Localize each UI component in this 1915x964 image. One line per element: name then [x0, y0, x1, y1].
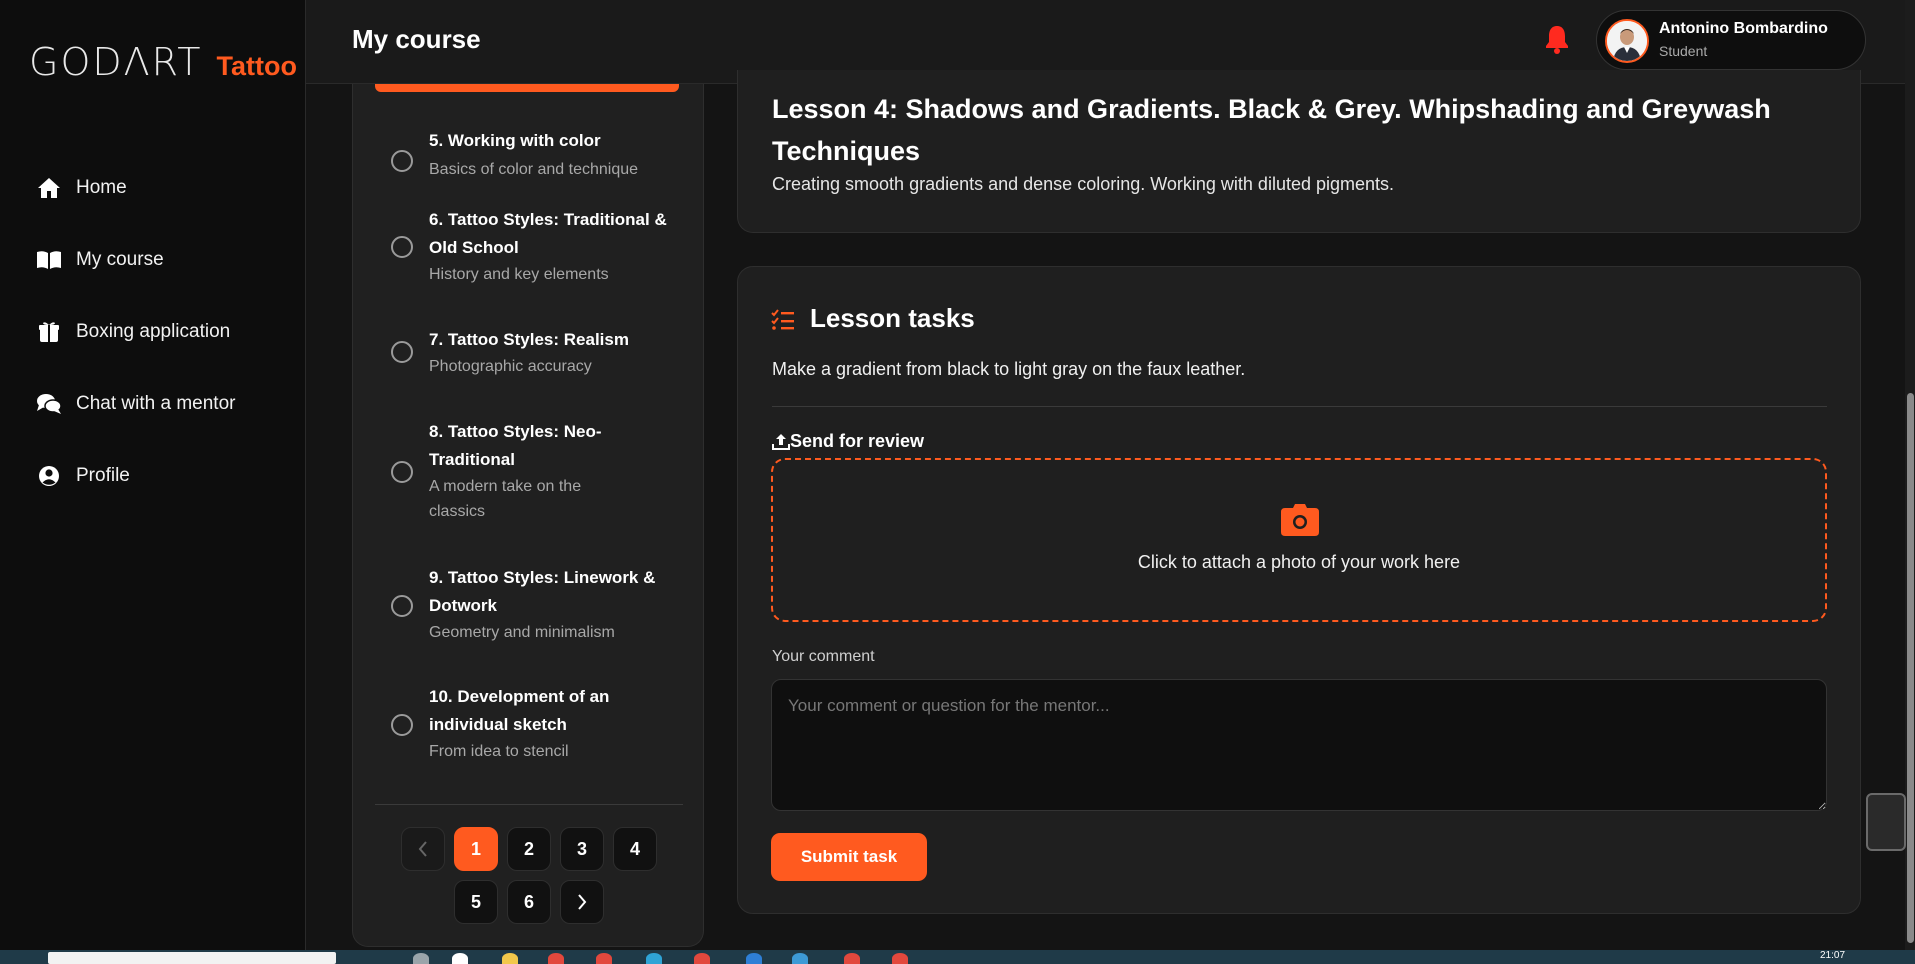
nav-item-profile[interactable]: Profile — [36, 440, 235, 512]
dropzone-text: Click to attach a photo of your work her… — [1137, 552, 1461, 572]
lesson-subtitle: Geometry and minimalism — [429, 624, 615, 641]
lesson-subtitle: History and key elements — [429, 266, 609, 283]
lesson-item[interactable]: 5. Working with color Basics of color an… — [353, 104, 705, 178]
taskbar-search-field[interactable] — [48, 952, 336, 964]
book-icon — [36, 247, 62, 273]
lesson-radio[interactable] — [391, 341, 413, 363]
user-circle-icon — [36, 463, 62, 489]
lesson-subtitle: Basics of color and technique — [429, 161, 639, 178]
scrollbar-thumb[interactable] — [1907, 393, 1914, 943]
nav-item-label: Home — [76, 177, 127, 198]
next-page-button[interactable] — [560, 880, 604, 924]
user-menu[interactable]: Antonino Bombardino Student — [1596, 10, 1866, 70]
taskbar-app-icon[interactable] — [413, 953, 429, 964]
home-icon — [36, 175, 62, 201]
lesson-tasks-card: Lesson tasks Make a gradient from black … — [737, 266, 1861, 914]
floating-widget-handle[interactable] — [1866, 793, 1906, 851]
lesson-radio[interactable] — [391, 150, 413, 172]
comment-textarea[interactable] — [771, 679, 1827, 811]
taskbar-app-icon[interactable] — [548, 953, 564, 964]
lesson-title: 9. Tattoo Styles: Linework & Dotwork — [429, 568, 656, 615]
page-button-5[interactable]: 5 — [454, 880, 498, 924]
nav-item-chat-with-mentor[interactable]: Chat with a mentor — [36, 368, 235, 440]
main-nav: Home My course Boxing application Chat w… — [36, 152, 235, 512]
chevron-right-icon — [578, 894, 587, 910]
app-window: GODΛRT Tattoo Home My course Boxing appl… — [0, 0, 1915, 964]
lesson-list-panel: 5. Working with color Basics of color an… — [352, 84, 704, 947]
user-role: Student — [1659, 43, 1708, 59]
taskbar-app-icon[interactable] — [646, 953, 662, 964]
lesson-subtitle: From idea to stencil — [429, 743, 569, 760]
lesson-title: 6. Tattoo Styles: Traditional & Old Scho… — [429, 210, 667, 257]
nav-item-boxing-application[interactable]: Boxing application — [36, 296, 235, 368]
gift-box-icon — [36, 319, 62, 345]
nav-item-home[interactable]: Home — [36, 152, 235, 224]
task-text: Make a gradient from black to light gray… — [772, 359, 1246, 379]
page-button-3[interactable]: 3 — [560, 827, 604, 871]
lesson-radio[interactable] — [391, 595, 413, 617]
taskbar-app-icon[interactable] — [844, 953, 860, 964]
camera-icon — [1281, 504, 1319, 536]
prev-page-button[interactable] — [401, 827, 445, 871]
page-button-2[interactable]: 2 — [507, 827, 551, 871]
os-taskbar: 21:07 — [0, 950, 1915, 964]
taskbar-app-icon[interactable] — [792, 953, 808, 964]
page-button-4[interactable]: 4 — [613, 827, 657, 871]
lesson-description: Creating smooth gradients and dense colo… — [772, 174, 1395, 194]
chevron-left-icon — [418, 841, 427, 857]
lesson-radio[interactable] — [391, 236, 413, 258]
folder-icon[interactable] — [502, 953, 518, 964]
chat-icon — [36, 391, 62, 417]
avatar — [1605, 19, 1649, 63]
active-lesson-indicator[interactable] — [375, 84, 679, 92]
comment-label: Your comment — [772, 648, 875, 665]
user-name: Antonino Bombardino — [1659, 20, 1828, 37]
lesson-subtitle: A modern take on the classics — [429, 478, 582, 520]
page-button-6[interactable]: 6 — [507, 880, 551, 924]
lesson-title: 8. Tattoo Styles: Neo-Traditional — [429, 422, 602, 469]
photo-upload-dropzone[interactable]: Click to attach a photo of your work her… — [771, 458, 1827, 622]
send-for-review-text: Send for review — [790, 431, 925, 451]
submit-task-button[interactable]: Submit task — [771, 833, 927, 881]
taskbar-app-icon[interactable] — [694, 953, 710, 964]
taskbar-app-icon[interactable] — [892, 953, 908, 964]
task-list-icon — [771, 309, 795, 331]
logo-suffix: Tattoo — [216, 51, 297, 81]
logo-text: GODΛRT — [29, 40, 203, 84]
lesson-title: 7. Tattoo Styles: Realism — [429, 330, 629, 349]
taskbar-clock: 21:07 — [1820, 950, 1846, 961]
divider — [375, 804, 683, 805]
nav-item-my-course[interactable]: My course — [36, 224, 235, 296]
page-title: My course — [352, 24, 481, 54]
lesson-radio[interactable] — [391, 714, 413, 736]
logo[interactable]: GODΛRT Tattoo — [29, 40, 297, 84]
divider — [772, 406, 1827, 407]
taskbar-app-icon[interactable] — [452, 953, 468, 964]
upload-icon — [772, 433, 790, 450]
nav-item-label: Boxing application — [76, 321, 231, 342]
lesson-info-card: Lesson 4: Shadows and Gradients. Black &… — [737, 70, 1861, 233]
notification-bell-icon[interactable] — [1544, 24, 1572, 54]
send-for-review-label: Send for review — [772, 431, 924, 452]
taskbar-app-icon[interactable] — [746, 953, 762, 964]
nav-item-label: Chat with a mentor — [76, 393, 236, 414]
lesson-title: 10. Development of an individual sketch — [429, 687, 610, 734]
lesson-heading: Lesson 4: Shadows and Gradients. Black &… — [772, 94, 1771, 166]
lesson-title: 5. Working with color — [429, 131, 601, 150]
nav-item-label: Profile — [76, 465, 130, 486]
tasks-title: Lesson tasks — [810, 303, 975, 333]
nav-item-label: My course — [76, 249, 164, 270]
lesson-radio[interactable] — [391, 461, 413, 483]
page-button-1[interactable]: 1 — [454, 827, 498, 871]
lesson-subtitle: Photographic accuracy — [429, 358, 592, 375]
sidebar: GODΛRT Tattoo Home My course Boxing appl… — [0, 0, 306, 950]
taskbar-app-icon[interactable] — [596, 953, 612, 964]
